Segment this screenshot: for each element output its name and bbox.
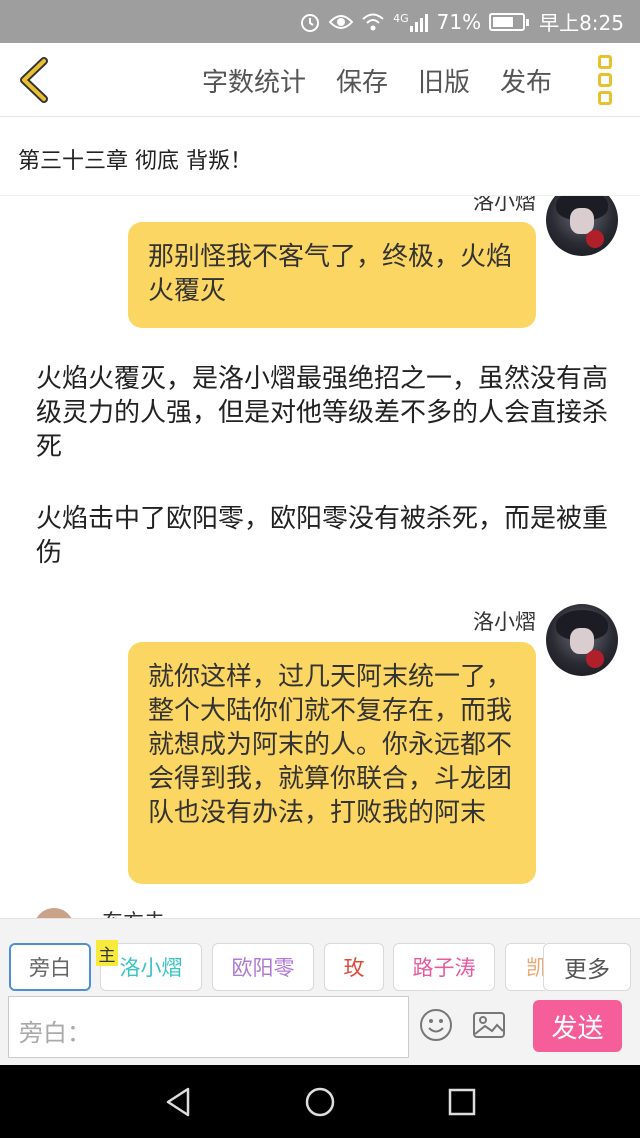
eye-icon — [329, 13, 354, 31]
speaker-avatar[interactable] — [546, 604, 618, 676]
chevron-left-icon — [20, 57, 48, 103]
image-icon[interactable] — [472, 1008, 506, 1042]
save-button[interactable]: 保存 — [336, 62, 388, 99]
character-chip[interactable]: 玫 — [324, 943, 384, 991]
character-label: 洛小熠 — [119, 956, 183, 980]
status-bar: 4G 71% 早上8:25 — [0, 0, 640, 43]
wifi-icon — [361, 12, 385, 32]
character-label: 旁白 — [29, 956, 71, 980]
narration-text[interactable]: 火焰击中了欧阳零，欧阳零没有被杀死，而是被重伤 — [36, 502, 616, 570]
more-menu-button[interactable] — [598, 55, 616, 105]
speaker-name: 洛小熠 — [473, 610, 536, 634]
message-input[interactable]: 旁白： — [8, 996, 409, 1058]
character-chip-narrator[interactable]: 旁白 — [9, 943, 91, 991]
signal-label: 4G — [393, 11, 409, 25]
dialog-bubble[interactable]: 那别怪我不客气了，终极，火焰火覆灭 — [128, 222, 536, 328]
old-version-button[interactable]: 旧版 — [418, 62, 470, 99]
menu-dot-icon — [598, 55, 612, 69]
speaker-avatar[interactable] — [546, 196, 618, 256]
menu-dot-icon — [598, 73, 612, 87]
speaker-name: 东方未 — [102, 906, 165, 918]
back-button[interactable] — [14, 57, 54, 103]
speaker-avatar[interactable] — [34, 908, 74, 918]
alarm-icon — [299, 11, 321, 33]
editor-toolbar: 字数统计 保存 旧版 发布 — [0, 43, 640, 117]
more-characters-button[interactable]: 更多 — [543, 943, 631, 991]
host-badge: 主 — [96, 940, 118, 966]
input-bar: 旁白： 发送 — [0, 992, 640, 1065]
recent-apps-icon[interactable] — [448, 1086, 476, 1118]
battery-percent: 71% — [436, 9, 482, 34]
clock: 早上8:25 — [539, 11, 624, 35]
emoji-icon[interactable] — [419, 1008, 453, 1042]
character-label: 玫 — [343, 956, 365, 980]
signal-icon: 4G — [393, 12, 429, 32]
word-count-button[interactable]: 字数统计 — [202, 62, 306, 99]
story-content[interactable]: 洛小熠 那别怪我不客气了，终极，火焰火覆灭 火焰火覆灭，是洛小熠最强绝招之一，虽… — [0, 196, 640, 918]
character-chip[interactable]: 路子涛 — [393, 943, 495, 991]
send-button[interactable]: 发送 — [533, 1000, 622, 1052]
speaker-name: 洛小熠 — [473, 196, 536, 214]
back-triangle-icon[interactable] — [164, 1086, 192, 1118]
home-circle-icon[interactable] — [304, 1086, 336, 1118]
character-chip[interactable]: 凯 — [505, 943, 545, 991]
character-label: 路子涛 — [412, 956, 476, 980]
menu-dot-icon — [598, 91, 612, 105]
publish-button[interactable]: 发布 — [500, 62, 552, 99]
battery-icon — [489, 12, 530, 31]
chapter-title[interactable]: 第三十三章 彻底 背叛！ — [0, 117, 640, 196]
character-label: 欧阳零 — [231, 956, 295, 980]
dialog-bubble[interactable]: 就你这样，过几天阿末统一了，整个大陆你们就不复存在，而我就想成为阿末的人。你永远… — [128, 642, 536, 884]
character-chip[interactable]: 欧阳零 — [212, 943, 314, 991]
more-label: 更多 — [564, 957, 610, 983]
system-navigation-bar — [0, 1065, 640, 1138]
narration-text[interactable]: 火焰火覆灭，是洛小熠最强绝招之一，虽然没有高级灵力的人强，但是对他等级差不多的人… — [36, 362, 616, 464]
